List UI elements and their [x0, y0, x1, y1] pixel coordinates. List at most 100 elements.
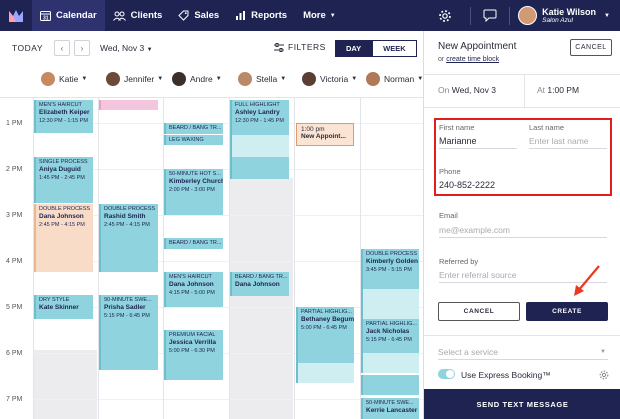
appointment-block[interactable] [230, 135, 289, 157]
client-name: Jessica Verrilla [169, 339, 216, 346]
create-time-block-link[interactable]: create time block [446, 56, 499, 63]
filters-button[interactable]: FILTERS [274, 42, 326, 52]
nav-clients[interactable]: Clients [105, 0, 171, 31]
first-name-field[interactable]: Marianne [439, 136, 477, 146]
staff-andre[interactable]: Andre ▼ [172, 72, 222, 86]
staff-stella[interactable]: Stella ▼ [238, 72, 286, 86]
service-name: 50-MINUTE HOT S... [169, 171, 221, 177]
top-nav: 31 Calendar Clients Sales Reports More ▼… [0, 0, 620, 31]
staff-jennifer[interactable]: Jennifer ▼ [106, 72, 163, 86]
annotation-arrow-icon [574, 265, 600, 296]
prev-day-button[interactable]: ‹ [54, 40, 70, 56]
nav-reports[interactable]: Reports [227, 0, 295, 31]
time-label: 3 PM [6, 212, 23, 219]
appointment-block[interactable]: 50-MINUTE SWE... Kerrie Lancaster [361, 398, 419, 419]
app-logo[interactable] [0, 0, 32, 31]
appointment-block[interactable]: MEN'S HAIRCUT Dana Johnson 4:15 PM - 5:0… [164, 272, 223, 307]
appointment-time: 4:15 PM - 5:00 PM [169, 290, 215, 296]
appointment-block[interactable] [230, 157, 289, 179]
time-label: 6 PM [6, 350, 23, 357]
appointment-block[interactable]: 90-MINUTE SWE... Prisha Sadler 5:15 PM -… [99, 295, 158, 370]
staff-name: Victoria [320, 74, 349, 84]
service-name: PREMIUM FACIAL [169, 332, 216, 338]
week-view-button[interactable]: WEEK [372, 40, 417, 57]
cancel-top-button[interactable]: CANCEL [570, 39, 612, 56]
appointment-block[interactable]: PARTIAL HIGHLIG... Jack Nicholas 5:15 PM… [361, 319, 419, 353]
service-name: MEN'S HAIRCUT [169, 274, 212, 280]
day-view-button[interactable]: DAY [335, 40, 373, 57]
new-appointment-slot[interactable]: 1:00 pm New Appoint... [296, 123, 354, 146]
first-name-label: First name [439, 123, 475, 132]
appointment-time: 2:45 PM - 4:15 PM [104, 222, 150, 228]
date-picker[interactable]: Wed, Nov 3 ▼ [100, 43, 153, 53]
input-underline [439, 148, 517, 149]
avatar [366, 72, 380, 86]
caret-down-icon[interactable]: ▼ [604, 13, 610, 19]
tag-icon [178, 10, 189, 21]
appointment-block[interactable]: DOUBLE PROCESS Kimberly Golden 3:45 PM -… [361, 249, 419, 289]
last-name-field[interactable]: Enter last name [529, 136, 589, 146]
service-name: DOUBLE PROCESS [104, 206, 156, 212]
appointment-block[interactable]: BEARD / BANG TR... Dana Johnson [230, 272, 289, 296]
user-avatar[interactable] [518, 6, 538, 25]
date-field[interactable]: On Wed, Nov 3 [438, 85, 496, 95]
create-button[interactable]: CREATE [526, 302, 608, 321]
input-underline [529, 148, 607, 149]
panel-subtitle: or create time block [438, 56, 499, 63]
appointment-block[interactable]: LEG WAXING [164, 135, 223, 145]
appointment-block[interactable] [99, 100, 158, 110]
new-appointment-panel: New Appointment or create time block CAN… [423, 31, 620, 419]
new-appointment-time: 1:00 pm [301, 126, 325, 133]
referred-by-label: Referred by [439, 257, 479, 266]
service-name: DRY STYLE [39, 297, 70, 303]
time-gutter: 1 PM 2 PM 3 PM 4 PM 5 PM 6 PM 7 PM [0, 98, 33, 419]
appointment-block[interactable]: MEN'S HAIRCUT Elizabeth Keiper 12:30 PM … [34, 100, 93, 133]
time-field[interactable]: At 1:00 PM [537, 85, 579, 95]
next-day-button[interactable]: › [74, 40, 90, 56]
appointment-block[interactable]: DOUBLE PROCESS Dana Johnson 2:45 PM - 4:… [34, 204, 93, 272]
appointment-time: 2:00 PM - 3:00 PM [169, 187, 215, 193]
appointment-block[interactable]: DRY STYLE Kate Skinner [34, 295, 93, 319]
chat-icon[interactable] [483, 9, 497, 22]
staff-victoria[interactable]: Victoria ▼ [302, 72, 357, 86]
service-name: MEN'S HAIRCUT [39, 102, 82, 108]
express-booking-toggle[interactable] [438, 369, 455, 379]
nav-calendar[interactable]: 31 Calendar [32, 0, 105, 31]
appointment-block[interactable]: SINGLE PROCESS Aniya Duguid 1:45 PM - 2:… [34, 157, 93, 203]
email-field[interactable]: me@example.com [439, 225, 510, 235]
phone-field[interactable]: 240-852-2222 [439, 180, 495, 190]
appointment-block[interactable] [361, 289, 419, 319]
referred-by-field[interactable]: Enter referral source [439, 270, 516, 280]
user-menu[interactable]: Katie Wilson Salon Azul [542, 7, 596, 24]
send-text-message-button[interactable]: SEND TEXT MESSAGE [424, 389, 620, 419]
time-label: 5 PM [6, 304, 23, 311]
client-name: Prisha Sadler [104, 304, 146, 311]
appointment-block[interactable] [361, 353, 419, 373]
service-name: SINGLE PROCESS [39, 159, 88, 165]
calendar-grid[interactable]: 1 PM 2 PM 3 PM 4 PM 5 PM 6 PM 7 PM MEN'S… [0, 97, 423, 419]
nav-more[interactable]: More ▼ [295, 0, 344, 31]
appointment-block[interactable] [361, 375, 419, 395]
service-name: PARTIAL HIGHLIG... [366, 321, 417, 327]
service-name: 90-MINUTE SWE... [104, 297, 152, 303]
gear-icon[interactable] [599, 370, 609, 380]
nav-sales[interactable]: Sales [170, 0, 227, 31]
nav-more-label: More [303, 10, 326, 21]
staff-katie[interactable]: Katie ▼ [41, 72, 87, 86]
appointment-block[interactable] [296, 363, 354, 383]
appointment-block[interactable]: DOUBLE PROCESS Rashid Smith 2:45 PM - 4:… [99, 204, 158, 272]
staff-norman[interactable]: Norman ▼ [366, 72, 423, 86]
appointment-block[interactable]: PARTIAL HIGHLIG... Bethaney Begum 5:00 P… [296, 307, 354, 363]
gear-icon[interactable] [438, 9, 452, 23]
appointment-block[interactable]: BEARD / BANG TR... [164, 123, 223, 134]
staff-name: Jennifer [124, 74, 155, 84]
divider [424, 335, 620, 336]
cancel-button[interactable]: CANCEL [438, 302, 520, 321]
staff-name: Katie [59, 74, 79, 84]
caret-down-icon: ▼ [81, 76, 88, 82]
service-select[interactable]: Select a service [438, 347, 498, 357]
appointment-block[interactable]: PREMIUM FACIAL Jessica Verrilla 5:00 PM … [164, 330, 223, 380]
appointment-block[interactable]: BEARD / BANG TR... [164, 238, 223, 249]
today-button[interactable]: TODAY [12, 43, 43, 53]
appointment-block[interactable]: 50-MINUTE HOT S... Kimberley Churchi 2:0… [164, 169, 223, 215]
